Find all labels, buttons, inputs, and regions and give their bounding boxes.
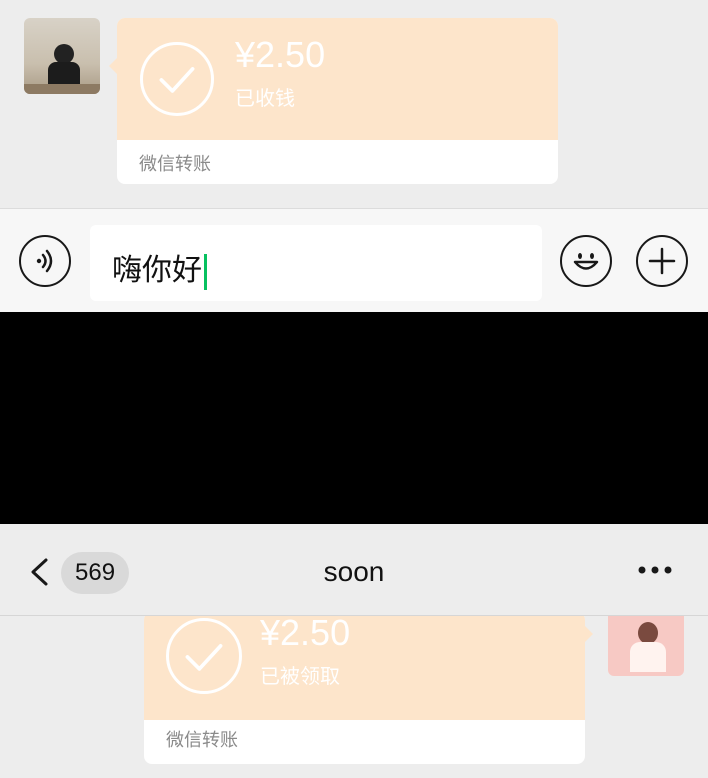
emoji-icon [573, 253, 599, 270]
checkmark-icon [140, 42, 214, 116]
transfer-status: 已被领取 [260, 664, 340, 688]
self-avatar[interactable] [608, 616, 684, 676]
avatar-floor [24, 84, 100, 94]
voice-icon [36, 249, 53, 273]
transfer-footer-label: 微信转账 [166, 730, 238, 751]
transfer-amount: ¥2.50 [235, 34, 326, 75]
plus-icon [648, 247, 676, 275]
text-cursor [204, 253, 207, 290]
message-input-bar: 嗨你好 [0, 208, 708, 312]
more-icon[interactable] [636, 564, 674, 576]
transfer-footer-label: 微信转账 [139, 154, 211, 175]
avatar-figure-body [630, 642, 666, 672]
message-text-input[interactable]: 嗨你好 [90, 225, 542, 301]
more-functions-button[interactable] [636, 235, 688, 287]
black-divider [0, 312, 708, 524]
transfer-card-received[interactable]: ¥2.50 已收钱 微信转账 [109, 18, 558, 184]
chat-area-top: ¥2.50 已收钱 微信转账 [0, 0, 708, 208]
transfer-status: 已收钱 [235, 86, 295, 110]
avatar-figure-head [638, 622, 658, 644]
transfer-card-header: ¥2.50 已收钱 [117, 18, 558, 140]
transfer-amount: ¥2.50 [260, 616, 351, 653]
message-text-value: 嗨你好 [112, 245, 207, 290]
sender-avatar[interactable] [24, 18, 100, 94]
voice-button[interactable] [19, 235, 71, 287]
chat-nav-bar: 569 soon [0, 524, 708, 616]
emoji-button[interactable] [560, 235, 612, 287]
avatar-figure-head [54, 44, 74, 64]
chat-title: soon [323, 556, 385, 587]
chat-area-bottom: ¥2.50 已被领取 微信转账 [0, 616, 708, 778]
checkmark-icon [166, 618, 242, 694]
transfer-card-header: ¥2.50 已被领取 [144, 616, 585, 720]
transfer-card-sent[interactable]: ¥2.50 已被领取 微信转账 [144, 616, 593, 764]
